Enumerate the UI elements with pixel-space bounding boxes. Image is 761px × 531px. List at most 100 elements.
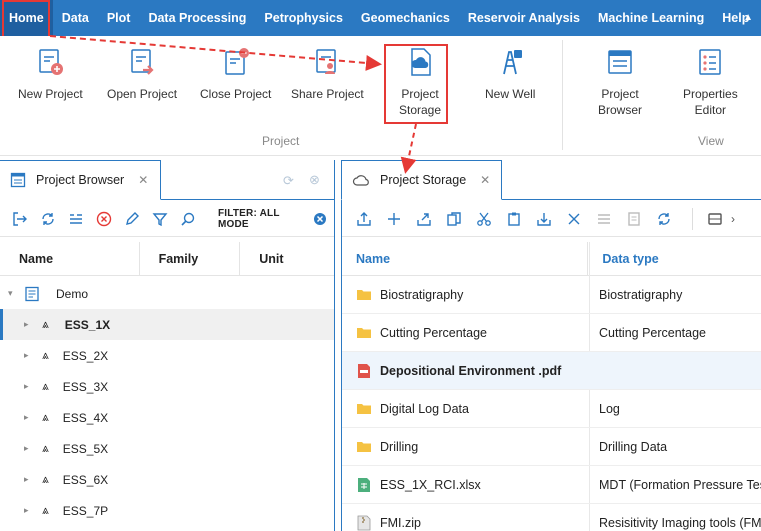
paste-icon[interactable] bbox=[506, 211, 522, 227]
spreadsheet-file-icon bbox=[358, 478, 370, 492]
chevron-right-icon[interactable]: ▸ bbox=[24, 412, 34, 423]
close-project-icon bbox=[224, 48, 249, 75]
tree-well-row[interactable]: ▸ ⩓ ESS_3X bbox=[0, 371, 334, 402]
menu-machine-learning[interactable]: Machine Learning bbox=[589, 0, 713, 36]
menu-reservoir-analysis[interactable]: Reservoir Analysis bbox=[459, 0, 589, 36]
project-browser-ribbon-button[interactable]: Project Browser bbox=[598, 46, 642, 118]
search-icon[interactable] bbox=[180, 211, 196, 227]
edit-pencil-icon[interactable] bbox=[124, 211, 140, 227]
tree-well-row[interactable]: ▸ ⩓ ESS_1X bbox=[0, 309, 334, 340]
filter-icon[interactable] bbox=[152, 211, 168, 227]
refresh-icon[interactable]: ⟳ bbox=[283, 173, 294, 189]
project-storage-tabbar: Project Storage ✕ bbox=[341, 160, 761, 200]
document-icon[interactable] bbox=[626, 211, 642, 227]
column-data-type[interactable]: Data type bbox=[588, 242, 761, 276]
share-project-button[interactable]: Share Project bbox=[291, 46, 364, 102]
menu-data[interactable]: Data bbox=[53, 0, 98, 36]
close-x-icon[interactable] bbox=[566, 211, 582, 227]
cut-icon[interactable] bbox=[476, 211, 492, 227]
close-icon[interactable]: ✕ bbox=[480, 173, 490, 187]
column-name[interactable]: Name bbox=[342, 241, 589, 276]
copy-icon[interactable] bbox=[446, 211, 462, 227]
storage-row[interactable]: Biostratigraphy Biostratigraphy bbox=[342, 276, 761, 314]
new-project-button[interactable]: New Project bbox=[18, 46, 83, 102]
tree-well-label: ESS_1X bbox=[64, 317, 111, 332]
project-storage-panel: Project Storage ✕ › Name Data type Biost… bbox=[341, 160, 761, 531]
storage-drive-icon[interactable] bbox=[707, 211, 723, 227]
open-project-label: Open Project bbox=[107, 87, 178, 101]
delete-circle-icon[interactable] bbox=[96, 211, 112, 227]
folder-icon bbox=[357, 290, 371, 300]
menu-petrophysics[interactable]: Petrophysics bbox=[255, 0, 352, 36]
tree-well-label: ESS_7P bbox=[62, 503, 109, 518]
chevron-right-icon[interactable]: ▸ bbox=[24, 319, 34, 330]
download-icon[interactable] bbox=[536, 211, 552, 227]
chevron-right-icon[interactable]: ▸ bbox=[24, 474, 34, 485]
chevron-right-icon[interactable]: ▸ bbox=[24, 505, 34, 516]
share-project-icon bbox=[316, 49, 337, 74]
chevron-right-icon[interactable]: ▸ bbox=[24, 443, 34, 454]
storage-row[interactable]: FMI.zip Resisitivity Imaging tools (FMI, bbox=[342, 504, 761, 531]
well-derrick-icon: ⩓ bbox=[42, 348, 49, 362]
storage-row[interactable]: Digital Log Data Log bbox=[342, 390, 761, 428]
open-project-button[interactable]: Open Project bbox=[107, 46, 177, 102]
column-family[interactable]: Family bbox=[140, 241, 241, 276]
close-circle-icon[interactable]: ⊗ bbox=[309, 172, 320, 188]
properties-editor-label-2: Editor bbox=[694, 103, 727, 117]
tree-well-row[interactable]: ▸ ⩓ ESS_6X bbox=[0, 464, 334, 495]
zip-file-icon bbox=[357, 515, 371, 531]
tab-project-storage[interactable]: Project Storage ✕ bbox=[341, 160, 502, 200]
share-icon[interactable] bbox=[416, 211, 432, 227]
close-icon[interactable]: ✕ bbox=[138, 173, 148, 187]
properties-editor-button[interactable]: Properties Editor bbox=[683, 46, 738, 118]
tree-well-row[interactable]: ▸ ⩓ ESS_4X bbox=[0, 402, 334, 433]
storage-row-type: Resisitivity Imaging tools (FMI, bbox=[599, 515, 761, 530]
tree-well-row[interactable]: ▸ ⩓ ESS_5X bbox=[0, 433, 334, 464]
tab-project-browser[interactable]: Project Browser ✕ bbox=[0, 160, 161, 200]
tree-well-row[interactable]: ▸ ⩓ ESS_7P bbox=[0, 495, 334, 526]
storage-row-type: Log bbox=[599, 401, 620, 416]
chevron-right-icon[interactable]: ▸ bbox=[24, 381, 34, 392]
chevron-down-icon[interactable]: ▾ bbox=[8, 288, 18, 299]
close-project-button[interactable]: Close Project bbox=[200, 46, 271, 102]
tree-well-row[interactable]: ▸ ⩓ ESS_2X bbox=[0, 340, 334, 371]
well-derrick-icon: ⩓ bbox=[42, 503, 49, 517]
refresh-icon[interactable] bbox=[656, 211, 672, 227]
project-icon bbox=[24, 286, 40, 302]
storage-row[interactable]: ESS_1X_RCI.xlsx MDT (Formation Pressure … bbox=[342, 466, 761, 504]
import-icon[interactable] bbox=[12, 211, 28, 227]
clear-filter-icon[interactable] bbox=[312, 211, 328, 227]
well-derrick-icon: ⩓ bbox=[42, 317, 49, 331]
storage-row-name: Biostratigraphy bbox=[380, 287, 464, 302]
tree-root-demo[interactable]: ▾ Demo bbox=[0, 278, 334, 309]
storage-row-type: Drilling Data bbox=[599, 439, 668, 454]
storage-row[interactable]: Cutting Percentage Cutting Percentage bbox=[342, 314, 761, 352]
tree-root-label: Demo bbox=[56, 286, 89, 301]
cloud-icon bbox=[352, 173, 370, 187]
new-well-button[interactable]: New Well bbox=[485, 46, 535, 102]
column-name[interactable]: Name bbox=[0, 241, 140, 276]
caret-up-icon[interactable]: ▲ bbox=[743, 12, 753, 23]
close-project-label: Close Project bbox=[200, 87, 272, 101]
add-icon[interactable] bbox=[386, 211, 402, 227]
menu-plot[interactable]: Plot bbox=[98, 0, 140, 36]
menu-data-processing[interactable]: Data Processing bbox=[139, 0, 255, 36]
project-storage-highlight-box bbox=[384, 44, 448, 124]
sync-icon[interactable] bbox=[40, 211, 56, 227]
group-label-project: Project bbox=[262, 134, 300, 148]
tab-project-browser-label: Project Browser bbox=[36, 173, 125, 187]
storage-row[interactable]: Drilling Drilling Data bbox=[342, 428, 761, 466]
storage-row[interactable]: Depositional Environment .pdf bbox=[342, 352, 761, 390]
chevron-right-icon[interactable]: ▸ bbox=[24, 350, 34, 361]
upload-icon[interactable] bbox=[356, 211, 372, 227]
project-browser-ribbon-label-1: Project bbox=[601, 87, 639, 101]
properties-editor-icon bbox=[699, 49, 722, 75]
list-icon[interactable] bbox=[596, 211, 612, 227]
project-browser-tabbar: Project Browser ✕ ⟳ ⊗ bbox=[0, 160, 334, 200]
folder-icon bbox=[357, 442, 371, 452]
chevron-right-icon[interactable]: › bbox=[731, 212, 735, 226]
project-browser-column-header: Name Family Unit bbox=[0, 241, 334, 276]
menu-geomechanics[interactable]: Geomechanics bbox=[352, 0, 459, 36]
column-unit[interactable]: Unit bbox=[240, 242, 334, 276]
sort-list-icon[interactable] bbox=[68, 211, 84, 227]
